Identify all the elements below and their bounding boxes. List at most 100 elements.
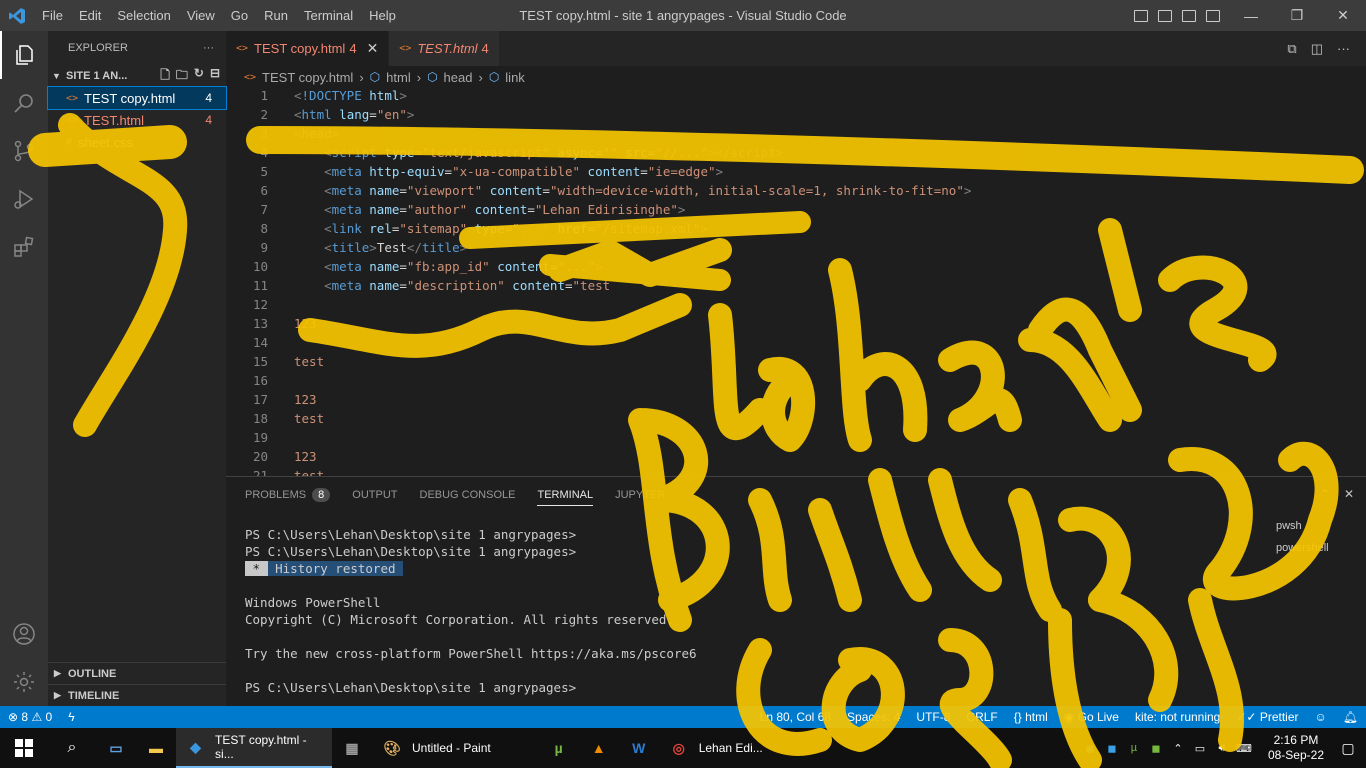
file-item-test-copy[interactable]: <> TEST copy.html 4 (47, 86, 227, 110)
search-icon[interactable] (0, 79, 48, 127)
new-file-icon[interactable]: 🗋 (160, 66, 170, 87)
taskbar-chrome[interactable]: ◎ Lehan Edi... (659, 728, 771, 768)
menu-terminal[interactable]: Terminal (296, 0, 361, 31)
more-actions-icon[interactable]: ··· (203, 42, 214, 54)
terminal-output[interactable]: PS C:\Users\Lehan\Desktop\site 1 angrypa… (226, 512, 1366, 696)
toggle-panel-icon[interactable] (1158, 9, 1172, 22)
check-double-icon: ✓✓ (1236, 710, 1257, 724)
line-number: 16 (252, 373, 268, 388)
layout-controls (1134, 0, 1220, 31)
menu-selection[interactable]: Selection (109, 0, 178, 31)
new-folder-icon[interactable]: 🗀 (176, 66, 188, 87)
taskbar-paint[interactable]: 🎨︎ Untitled - Paint (372, 728, 499, 768)
file-item-test[interactable]: <> TEST.html 4 (48, 109, 226, 131)
menu-help[interactable]: Help (361, 0, 404, 31)
notifications-bell-icon[interactable]: 🔔︎ (1335, 710, 1366, 724)
file-item-stylesheet[interactable]: # sheet.css (48, 131, 226, 153)
code-line: 7 <meta name="author" content="Lehan Edi… (226, 200, 1366, 219)
taskbar-clock[interactable]: 2:16 PM 08-Sep-22 (1258, 733, 1334, 763)
menu-go[interactable]: Go (223, 0, 256, 31)
start-button[interactable] (0, 728, 48, 768)
taskbar-search-icon[interactable]: ⌕ (48, 728, 96, 768)
element-symbol-icon: ⬡ (427, 70, 438, 84)
line-ending[interactable]: CRLF (958, 710, 1005, 724)
account-icon[interactable] (0, 610, 48, 658)
tray-app-icon[interactable]: ◼ (1082, 740, 1098, 756)
outline-section[interactable]: ▶ OUTLINE (48, 662, 226, 684)
lightning-icon[interactable]: ϟ (60, 710, 82, 724)
taskbar-vscode[interactable]: ◆ TEST copy.html - si... (176, 728, 332, 768)
settings-gear-icon[interactable] (0, 658, 48, 706)
taskbar-calculator[interactable]: ▦ (332, 728, 372, 768)
battery-icon[interactable]: ▭ (1192, 740, 1208, 756)
timeline-section[interactable]: ▶ TIMELINE (48, 684, 226, 706)
taskbar-this-pc[interactable]: ▭ (96, 728, 136, 768)
workspace-folder[interactable]: ▼ SITE 1 AN... 🗋 🗀 ↻ ⊟ (48, 65, 226, 87)
problems-status[interactable]: ⊗ 8 ⚠ 0 (0, 710, 60, 724)
title-bar: File Edit Selection View Go Run Terminal… (0, 0, 1366, 31)
terminal-item-powershell[interactable]: powershell (1276, 537, 1329, 559)
prettier-status[interactable]: ✓✓ Prettier (1228, 710, 1306, 724)
minimize-button[interactable]: — (1228, 0, 1274, 31)
code-line: 13 123 (226, 314, 1366, 333)
keyboard-icon[interactable]: ⌨ (1236, 740, 1252, 756)
tab-label: TEST copy.html (254, 41, 346, 56)
split-editor-icon[interactable]: ◫ (1311, 41, 1323, 57)
line-number: 3 (260, 126, 268, 141)
toggle-sidebar-icon[interactable] (1134, 9, 1148, 22)
close-window-button[interactable]: ✕ (1320, 0, 1366, 31)
breadcrumb-link[interactable]: link (505, 70, 525, 85)
taskbar-utorrent[interactable]: µ (539, 728, 579, 768)
toggle-secondary-sidebar-icon[interactable] (1182, 9, 1196, 22)
tab-terminal[interactable]: TERMINAL (537, 489, 594, 506)
breadcrumb-html[interactable]: html (386, 70, 411, 85)
menu-view[interactable]: View (179, 0, 223, 31)
tray-app-icon[interactable]: ◼ (1148, 740, 1164, 756)
cursor-position[interactable]: Ln 80, Col 68 (752, 710, 839, 724)
volume-icon[interactable]: 🔊︎ (1214, 740, 1230, 756)
encoding[interactable]: UTF-8 (908, 710, 958, 724)
refresh-icon[interactable]: ↻ (194, 66, 204, 87)
code-editor[interactable]: 1 <!DOCTYPE html> 2 <html lang="en"> 3 <hea… (226, 86, 1366, 476)
chevron-up-icon[interactable]: ⌃ (1170, 740, 1186, 756)
taskbar-file-explorer[interactable]: ▬ (136, 728, 176, 768)
menu-edit[interactable]: Edit (71, 0, 109, 31)
tab-debug-console[interactable]: DEBUG CONSOLE (420, 489, 516, 501)
source-control-icon[interactable] (0, 127, 48, 175)
explorer-icon[interactable] (0, 31, 48, 79)
taskbar-word[interactable]: W (619, 728, 659, 768)
breadcrumb-head[interactable]: head (444, 70, 473, 85)
menu-run[interactable]: Run (256, 0, 296, 31)
close-tab-icon[interactable]: ✕ (367, 40, 379, 57)
tab-problems[interactable]: PROBLEMS 8 (245, 487, 331, 502)
extensions-icon[interactable] (0, 223, 48, 271)
tab-test[interactable]: <> TEST.html 4 (389, 31, 500, 66)
maximize-button[interactable]: ❐ (1274, 0, 1320, 31)
tab-test-copy[interactable]: <> TEST copy.html 4 ✕ (226, 31, 390, 66)
maximize-panel-icon[interactable]: ⌃ (1320, 487, 1330, 501)
go-live-button[interactable]: ◉ Go Live (1056, 710, 1127, 724)
tray-app-icon[interactable]: ◼ (1104, 740, 1120, 756)
collapse-all-icon[interactable]: ⊟ (210, 66, 220, 87)
terminal-item-pwsh[interactable]: pwsh (1276, 515, 1329, 537)
tab-jupyter[interactable]: JUPYTER (615, 489, 665, 501)
close-panel-icon[interactable]: ✕ (1344, 487, 1354, 501)
error-count: 8 (21, 710, 29, 724)
taskbar-app-label: TEST copy.html - si... (215, 733, 307, 761)
run-debug-icon[interactable] (0, 175, 48, 223)
kite-status[interactable]: kite: not running (1127, 710, 1228, 724)
terminal-line: Windows PowerShell (245, 595, 381, 610)
breadcrumb-file[interactable]: TEST copy.html (262, 70, 353, 85)
taskbar-vlc[interactable]: ▲ (579, 728, 619, 768)
code-text: <title>Test</title> (324, 240, 468, 255)
menu-file[interactable]: File (34, 0, 71, 31)
open-preview-icon[interactable]: ⧉ (1287, 41, 1296, 57)
indentation[interactable]: Spaces: 4 (839, 710, 908, 724)
editor-more-icon[interactable]: ··· (1337, 41, 1350, 56)
tray-utorrent-icon[interactable]: µ (1126, 740, 1142, 756)
feedback-icon[interactable]: ☺ (1307, 710, 1335, 724)
tab-output[interactable]: OUTPUT (352, 489, 397, 501)
customize-layout-icon[interactable] (1206, 9, 1220, 22)
notification-center-icon[interactable]: ▢ (1340, 740, 1356, 756)
language-mode[interactable]: {} html (1006, 710, 1056, 724)
